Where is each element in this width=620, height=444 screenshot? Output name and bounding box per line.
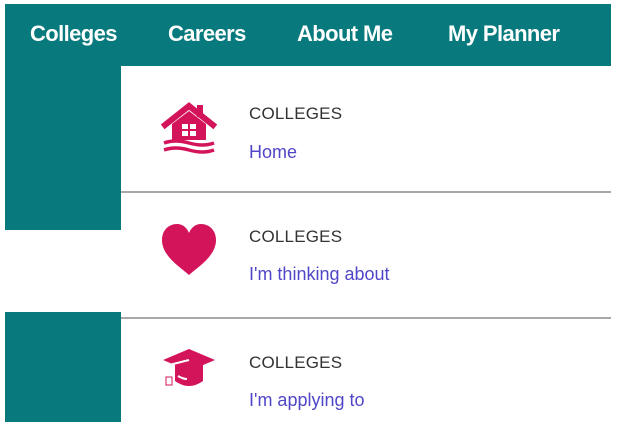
menu-item-colleges-thinking-about[interactable]: COLLEGES I'm thinking about [121, 193, 611, 318]
page-content-strip [5, 230, 121, 312]
menu-item-link-home[interactable]: Home [249, 141, 297, 163]
nav-item-colleges[interactable]: Colleges [30, 21, 118, 47]
nav-item-my-planner[interactable]: My Planner [448, 21, 560, 47]
menu-item-category: COLLEGES [249, 104, 343, 123]
house-icon [161, 100, 217, 156]
menu-item-colleges-applying-to[interactable]: COLLEGES I'm applying to [121, 319, 611, 444]
colleges-dropdown-menu: COLLEGES Home COLLEGES I'm thinking abou… [121, 66, 611, 422]
nav-item-about-me[interactable]: About Me [297, 21, 393, 47]
menu-item-category: COLLEGES [249, 227, 343, 246]
top-navigation-bar: Colleges Careers About Me My Planner [5, 4, 611, 66]
menu-item-colleges-home[interactable]: COLLEGES Home [121, 66, 611, 191]
nav-item-careers[interactable]: Careers [168, 21, 246, 47]
menu-item-link-thinking-about[interactable]: I'm thinking about [249, 263, 390, 285]
menu-item-link-applying-to[interactable]: I'm applying to [249, 389, 365, 411]
graduation-cap-icon [161, 343, 217, 399]
menu-item-category: COLLEGES [249, 353, 343, 372]
heart-icon [161, 223, 217, 279]
